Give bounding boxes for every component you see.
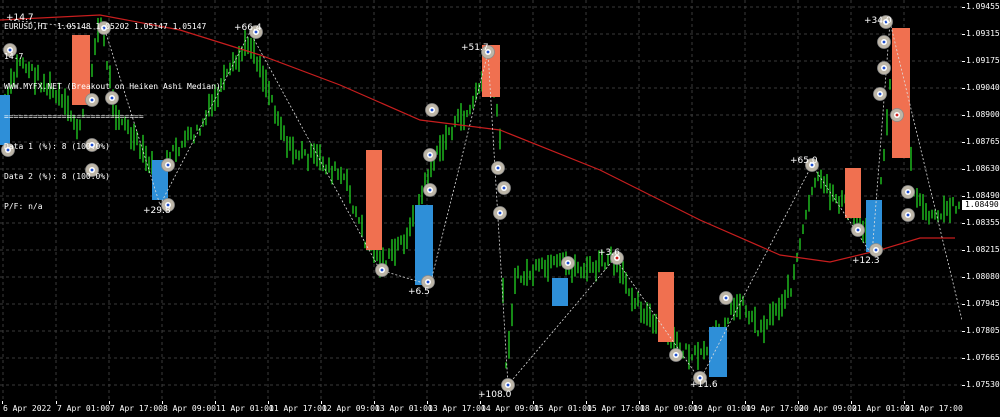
time-tick: 13 Apr 01:00 bbox=[374, 401, 433, 413]
price-tick: 1.08765 bbox=[962, 137, 1000, 146]
time-tick: 21 Apr 01:00 bbox=[851, 401, 910, 413]
trade-marker-icon bbox=[724, 296, 728, 300]
trade-result-label: +11.6 bbox=[690, 380, 718, 390]
trade-marker-icon bbox=[874, 248, 878, 252]
breakout-box bbox=[552, 278, 568, 306]
time-tick: 19 Apr 17:00 bbox=[745, 401, 804, 413]
time-tick: 6 Apr 2022 bbox=[1, 401, 52, 413]
breakout-box bbox=[845, 168, 861, 218]
breakout-box bbox=[709, 327, 727, 377]
indicator-info-panel: EURUSD,H1 1.05148 1.05202 1.05147 1.0514… bbox=[4, 2, 221, 232]
time-tick: 8 Apr 09:00 bbox=[162, 401, 216, 413]
trade-marker-icon bbox=[856, 228, 860, 232]
price-tick: 1.07805 bbox=[962, 326, 1000, 335]
trade-marker-icon bbox=[502, 186, 506, 190]
trade-marker-icon bbox=[426, 280, 430, 284]
trade-marker-icon bbox=[428, 153, 432, 157]
price-tick: 1.09175 bbox=[962, 56, 1000, 65]
trade-result-label: +65.0 bbox=[790, 156, 818, 166]
chart-window[interactable]: +14.7 +66.4 +29.8 +51.7 +6.5 +108.0 +3.6 +11.6 +… bbox=[0, 0, 1000, 417]
price-tick: 1.08215 bbox=[962, 245, 1000, 254]
price-chart-plot[interactable]: +14.7 +66.4 +29.8 +51.7 +6.5 +108.0 +3.6 +11.6 +… bbox=[0, 0, 962, 402]
price-tick: 1.07530 bbox=[962, 380, 1000, 389]
trade-marker-icon bbox=[498, 211, 502, 215]
trade-result-label: +108.0 bbox=[478, 390, 512, 400]
trade-result-label: +6.5 bbox=[408, 287, 430, 297]
time-tick: 11 Apr 01:00 bbox=[215, 401, 274, 413]
trade-marker-icon bbox=[430, 108, 434, 112]
trade-marker-icon bbox=[882, 40, 886, 44]
time-tick: 7 Apr 01:00 bbox=[56, 401, 110, 413]
trade-marker-icon bbox=[674, 353, 678, 357]
price-tick: 1.07665 bbox=[962, 353, 1000, 362]
price-tick: 1.08630 bbox=[962, 164, 1000, 173]
trade-connector bbox=[889, 21, 962, 321]
trade-marker-icon bbox=[878, 92, 882, 96]
trade-marker-icon bbox=[506, 383, 510, 387]
price-tick: 1.08355 bbox=[962, 218, 1000, 227]
trade-connector bbox=[614, 257, 701, 381]
info-line-3: ============================= bbox=[4, 112, 144, 121]
price-tick: 1.09315 bbox=[962, 29, 1000, 38]
price-tick: 1.09455 bbox=[962, 2, 1000, 11]
info-line-4: Data 1 (%): 8 (100.0%) bbox=[4, 142, 110, 151]
time-tick: 19 Apr 01:00 bbox=[692, 401, 751, 413]
trade-connector bbox=[699, 164, 813, 381]
trade-result-label: +34.0 bbox=[864, 16, 892, 26]
trade-marker-icon bbox=[895, 113, 899, 117]
time-tick: 21 Apr 17:00 bbox=[904, 401, 963, 413]
time-axis[interactable]: 6 Apr 2022 7 Apr 01:00 7 Apr 17:00 8 Apr… bbox=[0, 401, 963, 417]
symbol-info-line: EURUSD,H1 1.05148 1.05202 1.05147 1.0514… bbox=[4, 22, 207, 31]
info-line-6: P/F: n/a bbox=[4, 202, 43, 211]
time-tick: 20 Apr 09:00 bbox=[798, 401, 857, 413]
current-price-label: 1.08490 bbox=[962, 200, 1000, 210]
price-tick: 1.07945 bbox=[962, 299, 1000, 308]
trade-result-label: +66.4 bbox=[234, 23, 262, 33]
trade-result-label: +12.3 bbox=[852, 256, 880, 266]
trade-result-label: +51.7 bbox=[461, 43, 489, 53]
trade-connector bbox=[249, 31, 381, 271]
trade-marker-icon bbox=[882, 66, 886, 70]
time-tick: 13 Apr 17:00 bbox=[427, 401, 486, 413]
price-tick: 1.08080 bbox=[962, 272, 1000, 281]
info-line-1: 14.7 bbox=[4, 52, 24, 61]
trade-result-label: +3.6 bbox=[598, 248, 620, 258]
trade-marker-icon bbox=[698, 376, 702, 380]
price-tick: 1.08900 bbox=[962, 110, 1000, 119]
time-tick: 15 Apr 17:00 bbox=[586, 401, 645, 413]
time-tick: 7 Apr 17:00 bbox=[109, 401, 163, 413]
price-tick: 1.09040 bbox=[962, 83, 1000, 92]
trade-marker-icon bbox=[906, 190, 910, 194]
trade-marker-icon bbox=[906, 213, 910, 217]
time-tick: 11 Apr 17:00 bbox=[268, 401, 327, 413]
time-tick: 18 Apr 09:00 bbox=[639, 401, 698, 413]
trade-marker-icon bbox=[380, 268, 384, 272]
trade-marker-icon bbox=[566, 261, 570, 265]
time-tick: 14 Apr 09:00 bbox=[480, 401, 539, 413]
info-line-5: Data 2 (%): 8 (100.0%) bbox=[4, 172, 110, 181]
trade-marker-icon bbox=[496, 166, 500, 170]
info-line-2: WWW.MYFX.NET (Breakout on Heiken Ashi Me… bbox=[4, 82, 221, 91]
breakout-box bbox=[366, 150, 382, 250]
time-tick: 12 Apr 09:00 bbox=[321, 401, 380, 413]
trade-marker-icon bbox=[428, 188, 432, 192]
breakout-box bbox=[415, 205, 433, 285]
time-tick: 15 Apr 01:00 bbox=[533, 401, 592, 413]
